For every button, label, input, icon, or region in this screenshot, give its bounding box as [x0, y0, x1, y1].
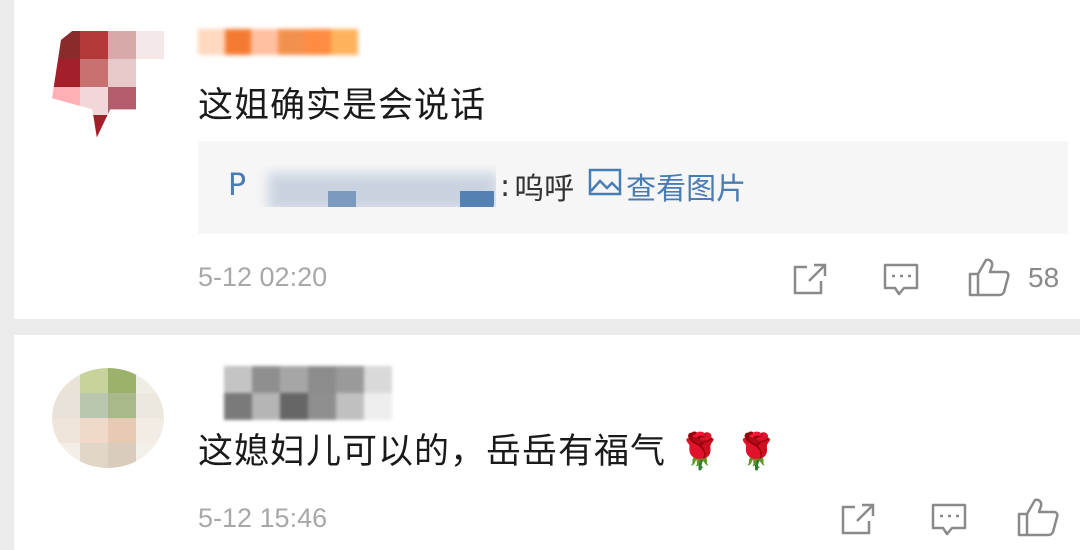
username-mosaic-cell [252, 366, 280, 393]
avatar-mosaic-cell [108, 31, 136, 59]
avatar-mosaic-cell [136, 59, 164, 87]
username-mosaic-cell [198, 29, 225, 55]
username-mosaic-cell [364, 393, 392, 420]
username-mosaic-cell [308, 393, 336, 420]
avatar-mosaic-cell [52, 115, 80, 138]
avatar-mosaic-cell [108, 393, 136, 418]
username-mosaic-cell [252, 393, 280, 420]
username-mosaic-cell [224, 366, 252, 393]
username-mosaic-cell [304, 29, 332, 55]
username-mosaic-cell [224, 29, 252, 55]
comment-time: 5-12 02:20 [198, 262, 328, 292]
avatar-mosaic-cell [108, 115, 136, 138]
avatar-mosaic-cell [136, 87, 164, 115]
username-mosaic-cell [251, 29, 278, 55]
avatar-mosaic-cell [80, 59, 108, 87]
username-mosaic-cell [308, 366, 336, 393]
avatar-mosaic-cell [108, 87, 136, 115]
avatar-mosaic-cell [52, 393, 80, 418]
avatar-mosaic-cell [108, 59, 136, 87]
username-redacted[interactable] [198, 29, 358, 55]
thumbs-up-icon[interactable] [1016, 496, 1060, 538]
view-image-link[interactable]: 查看图片 [588, 164, 746, 208]
like-count: 58 [1028, 262, 1060, 293]
username-redacted[interactable] [224, 366, 392, 420]
thumbs-up-icon[interactable] [967, 256, 1011, 298]
reply-separator: : [500, 168, 511, 204]
avatar-mosaic-cell [108, 418, 136, 443]
avatar-mosaic-cell [52, 87, 80, 115]
username-mosaic-cell [364, 366, 392, 393]
username-mosaic-cell [277, 29, 305, 55]
avatar[interactable] [52, 31, 164, 143]
share-icon[interactable] [792, 262, 828, 296]
avatar-mosaic-cell [52, 59, 80, 87]
avatar-mosaic-cell [80, 31, 108, 59]
comment-icon[interactable] [882, 262, 920, 298]
username-mosaic-cell [280, 393, 308, 420]
view-image-label: 查看图片 [626, 172, 747, 207]
avatar[interactable] [52, 368, 164, 468]
avatar-mosaic-cell [80, 418, 108, 443]
comment-text: 这媳妇儿可以的，岳岳有福气 🌹 🌹 [198, 432, 780, 472]
avatar-mosaic-cell [136, 31, 164, 59]
avatar-mosaic-cell [52, 31, 80, 59]
image-icon [588, 167, 626, 205]
comment-icon[interactable] [930, 502, 968, 538]
avatar-mosaic-cell [80, 87, 108, 115]
comment-text: 这姐确实是会说话 [198, 86, 487, 126]
reply-text: 呜呼 [514, 172, 575, 207]
reply-line[interactable]: P : 呜呼 查看图片 [228, 165, 746, 207]
comment-time: 5-12 15:46 [198, 503, 328, 533]
avatar-mosaic-cell [108, 368, 136, 393]
avatar-mosaic-cell [80, 115, 108, 138]
avatar-mosaic-cell [136, 115, 164, 138]
username-mosaic-cell [336, 366, 364, 393]
username-mosaic-cell [331, 29, 358, 55]
share-icon[interactable] [840, 502, 876, 536]
username-mosaic-cell [336, 393, 364, 420]
username-mosaic-cell [224, 393, 252, 420]
avatar-mosaic-cell [80, 368, 108, 393]
avatar-mosaic-cell [80, 393, 108, 418]
reply-username-redacted[interactable]: P [228, 165, 496, 207]
username-mosaic-cell [280, 366, 308, 393]
